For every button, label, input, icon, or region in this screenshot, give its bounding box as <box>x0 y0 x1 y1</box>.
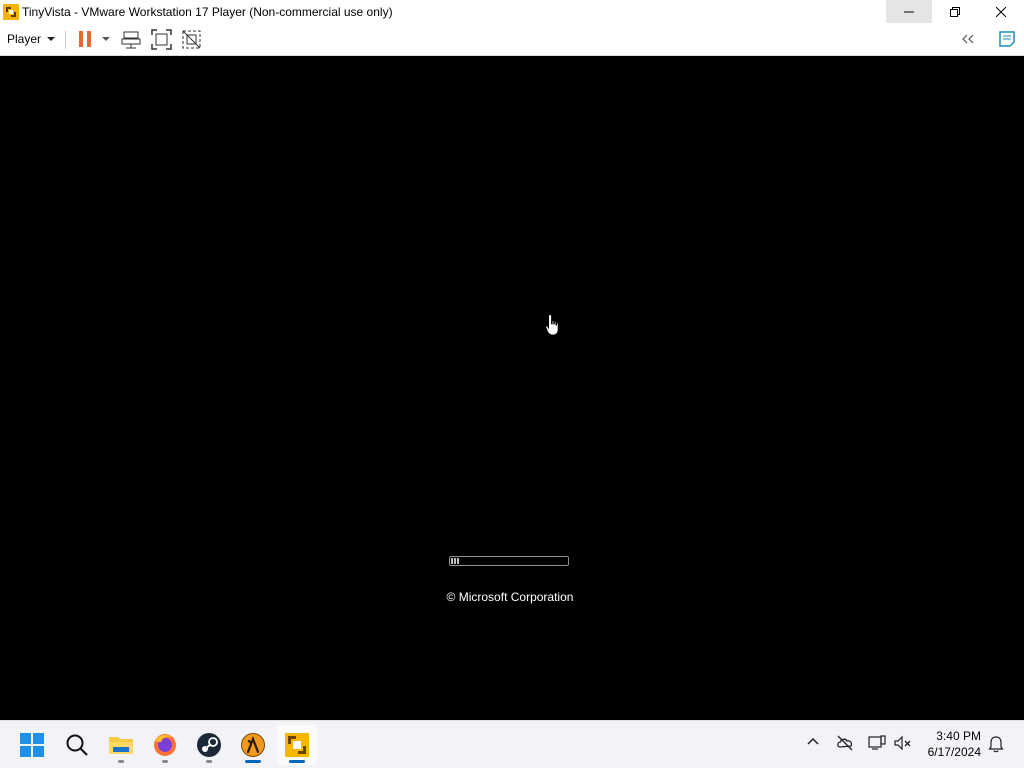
vmware-player-icon <box>285 733 309 757</box>
search-icon <box>66 734 88 756</box>
player-menu-label: Player <box>7 32 42 46</box>
boot-progress-fill <box>451 558 459 564</box>
clock-time: 3:40 PM <box>936 729 981 743</box>
boot-progress-bar <box>449 556 569 566</box>
onedrive-tray-icon[interactable] <box>836 735 854 751</box>
running-indicator <box>289 760 305 763</box>
player-toolbar: Player <box>0 23 1024 56</box>
network-icon <box>868 735 886 750</box>
firefox-icon <box>154 734 176 756</box>
half-life-icon <box>241 733 265 757</box>
pause-icon <box>79 31 91 47</box>
hand-cursor-icon <box>545 314 559 336</box>
volume-muted-icon <box>894 735 911 751</box>
chevron-up-icon <box>807 737 819 745</box>
power-dropdown-button[interactable] <box>101 35 111 43</box>
keyboard-network-icon <box>121 31 141 49</box>
toolbar-divider <box>65 31 66 49</box>
window-controls <box>886 0 1024 23</box>
chevron-down-icon <box>102 37 110 41</box>
minimize-icon <box>904 11 914 12</box>
send-ctrl-alt-del-button[interactable] <box>121 30 141 50</box>
vm-display[interactable]: © Microsoft Corporation <box>0 56 1024 720</box>
show-hidden-icons-button[interactable] <box>806 735 820 749</box>
minimize-button[interactable] <box>886 0 932 23</box>
close-button[interactable] <box>978 0 1024 23</box>
network-tray-icon[interactable] <box>868 735 886 751</box>
title-bar: TinyVista - VMware Workstation 17 Player… <box>0 0 1024 23</box>
cloud-offline-icon <box>837 735 853 751</box>
restore-icon <box>950 6 960 17</box>
taskbar-half-life[interactable] <box>233 725 273 765</box>
running-indicator <box>162 760 168 763</box>
taskbar: 3:40 PM 6/17/2024 <box>0 720 1024 768</box>
window-title: TinyVista - VMware Workstation 17 Player… <box>22 4 393 19</box>
boot-copyright-text: © Microsoft Corporation <box>446 590 574 604</box>
notifications-button[interactable] <box>988 735 1004 753</box>
search-button[interactable] <box>57 725 97 765</box>
chevron-down-icon <box>47 37 56 41</box>
double-chevron-left-icon <box>962 34 974 44</box>
full-screen-button[interactable] <box>151 29 172 50</box>
windows-logo-icon <box>20 733 44 757</box>
taskbar-clock[interactable]: 3:40 PM 6/17/2024 <box>928 728 981 760</box>
vmware-app-icon <box>3 3 19 20</box>
bell-icon <box>988 736 1004 753</box>
volume-tray-icon[interactable] <box>894 735 912 751</box>
start-button[interactable] <box>12 725 52 765</box>
message-log-button[interactable] <box>998 30 1016 48</box>
unity-mode-icon <box>182 30 201 49</box>
taskbar-firefox[interactable] <box>145 725 185 765</box>
collapse-toolbar-button[interactable] <box>960 33 976 45</box>
running-indicator <box>245 760 261 763</box>
taskbar-steam[interactable] <box>189 725 229 765</box>
note-icon <box>999 31 1015 47</box>
steam-icon <box>197 733 221 757</box>
close-icon <box>996 6 1006 17</box>
player-menu[interactable]: Player <box>7 30 56 48</box>
running-indicator <box>118 760 124 763</box>
unity-button[interactable] <box>181 29 202 50</box>
taskbar-vmware-player[interactable] <box>277 725 317 765</box>
clock-date: 6/17/2024 <box>927 745 981 759</box>
taskbar-file-explorer[interactable] <box>101 725 141 765</box>
folder-icon <box>109 737 133 754</box>
running-indicator <box>206 760 212 763</box>
full-screen-icon <box>151 29 172 50</box>
restore-button[interactable] <box>932 0 978 23</box>
suspend-button[interactable] <box>78 30 92 48</box>
